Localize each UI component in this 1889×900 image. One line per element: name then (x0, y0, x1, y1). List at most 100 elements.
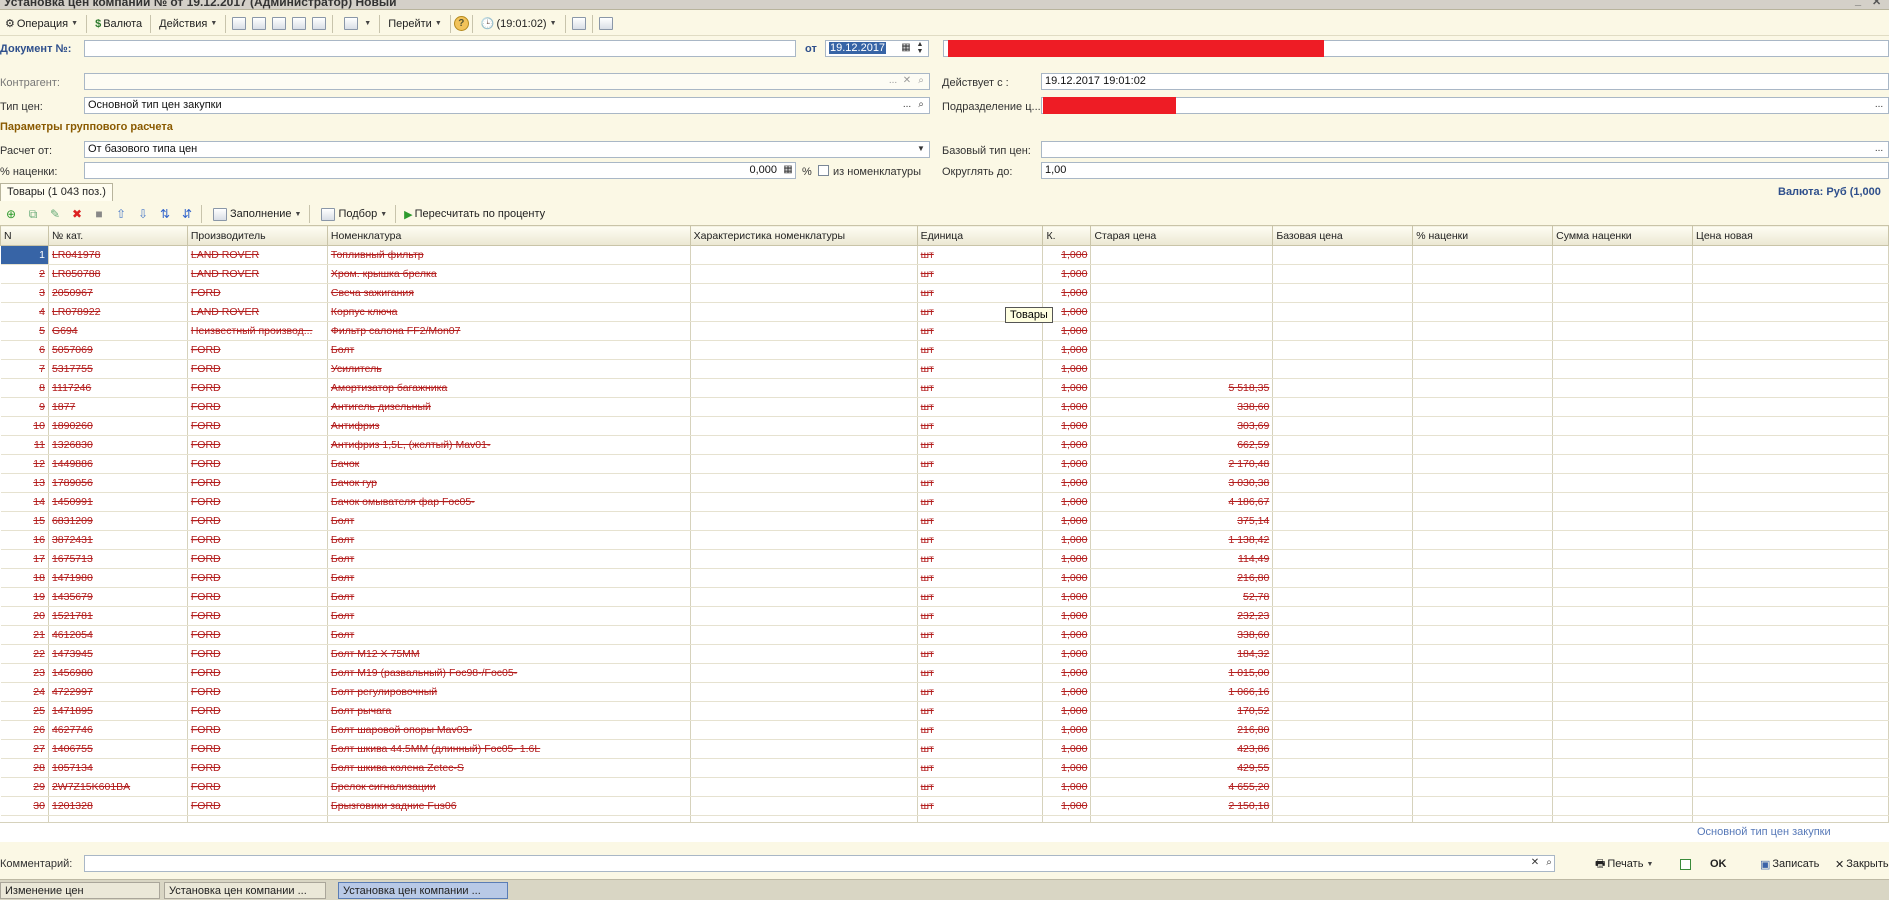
table-cell[interactable]: 2 150,18 (1090, 796, 1274, 816)
table-cell[interactable]: шт (917, 321, 1044, 341)
table-row[interactable]: 4 LR078922 LAND ROVER Корпус ключа шт 1,000 (0, 302, 1889, 322)
table-cell[interactable]: FORD (187, 568, 328, 588)
column-header[interactable]: Базовая цена (1272, 225, 1414, 246)
table-cell[interactable]: FORD (187, 720, 328, 740)
save-button[interactable]: ▣ Записать (1755, 853, 1824, 875)
table-cell[interactable]: 4 186,67 (1090, 492, 1274, 512)
table-cell[interactable]: 1 015,00 (1090, 663, 1274, 683)
table-cell[interactable]: шт (917, 454, 1044, 474)
table-cell[interactable]: FORD (187, 530, 328, 550)
table-cell[interactable]: 1,000 (1042, 359, 1092, 379)
column-header[interactable]: Производитель (186, 225, 328, 246)
table-cell[interactable]: 216,80 (1090, 568, 1274, 588)
table-cell[interactable] (1272, 511, 1414, 531)
table-cell[interactable] (1412, 283, 1554, 303)
table-cell[interactable]: 1789056 (48, 473, 188, 493)
table-row[interactable]: 16 3872431 FORD Болт шт 1,000 1 138,42 (0, 530, 1889, 550)
table-cell[interactable] (1692, 435, 1889, 455)
table-cell[interactable]: FORD (187, 378, 328, 398)
table-cell[interactable]: шт (917, 739, 1044, 759)
table-cell[interactable] (690, 359, 918, 379)
table-cell[interactable]: шт (917, 340, 1044, 360)
table-cell[interactable]: 3 (0, 283, 49, 303)
new-doc-icon[interactable] (272, 17, 287, 30)
table-row[interactable]: 28 1057134 FORD Болт шкива колена Zetec-S шт… (0, 758, 1889, 778)
table-cell[interactable]: шт (917, 492, 1044, 512)
column-header[interactable]: Цена новая (1692, 225, 1889, 246)
table-cell[interactable]: 1,000 (1042, 511, 1092, 531)
table-cell[interactable]: 662,59 (1090, 435, 1274, 455)
table-cell[interactable] (1692, 473, 1889, 493)
table-cell[interactable]: FORD (187, 777, 328, 797)
column-header[interactable]: № кат. (47, 225, 188, 246)
table-cell[interactable] (1272, 549, 1414, 569)
calendar-icon[interactable]: ▦ (899, 41, 913, 56)
table-cell[interactable]: 2 170,48 (1090, 454, 1274, 474)
table-row[interactable]: 17 1675713 FORD Болт шт 1,000 114,49 (0, 549, 1889, 569)
table-cell[interactable] (1552, 435, 1694, 455)
close-button[interactable]: ✕ Закрыть (1830, 853, 1889, 875)
table-cell[interactable]: 4722997 (48, 682, 188, 702)
table-row[interactable]: 5 G694 Неизвестный производ... Фильтр салон… (0, 321, 1889, 341)
table-cell[interactable] (690, 397, 918, 417)
table-icon[interactable] (252, 17, 267, 30)
table-cell[interactable]: 5 (0, 321, 49, 341)
base-type-field[interactable] (1041, 141, 1889, 158)
table-cell[interactable]: 22 (0, 644, 49, 664)
table-cell[interactable]: 1,000 (1042, 397, 1092, 417)
table-cell[interactable]: Болт (327, 340, 691, 360)
table-cell[interactable] (1412, 625, 1554, 645)
table-cell[interactable]: 184,32 (1090, 644, 1274, 664)
edit-row-icon[interactable]: ✎ (47, 206, 63, 222)
table-cell[interactable]: Свеча зажигания (327, 283, 691, 303)
chevron-down-icon[interactable]: ▼ (914, 142, 928, 157)
table-cell[interactable]: Корпус ключа (327, 302, 691, 322)
ellipsis-icon[interactable]: ... (900, 98, 914, 113)
table-cell[interactable]: Бачок омывателя фар Foc05- (327, 492, 691, 512)
table-cell[interactable]: Болт шкива 44.5MM (длинный) Foc05- 1.6L (327, 739, 691, 759)
column-header[interactable]: Номенклатура (326, 225, 691, 246)
table-cell[interactable] (690, 492, 918, 512)
table-cell[interactable]: шт (917, 682, 1044, 702)
table-row[interactable]: 7 5317755 FORD Усилитель шт 1,000 (0, 359, 1889, 379)
table-cell[interactable] (690, 625, 918, 645)
table-cell[interactable]: 1,000 (1042, 796, 1092, 816)
table-cell[interactable]: FORD (187, 435, 328, 455)
table-cell[interactable]: FORD (187, 644, 328, 664)
table-cell[interactable]: 1473945 (48, 644, 188, 664)
table-cell[interactable]: 14 (0, 492, 49, 512)
ellipsis-icon[interactable]: ... (886, 74, 900, 89)
table-cell[interactable]: FORD (187, 682, 328, 702)
table-row[interactable]: 26 4627746 FORD Болт шаровой опоры Mav03- шт… (0, 720, 1889, 740)
search-icon[interactable]: ⌕ (1542, 856, 1556, 871)
table-cell[interactable]: FORD (187, 397, 328, 417)
table-row[interactable]: 30 1201328 FORD Брызговики задние Fus06 шт 1,… (0, 796, 1889, 816)
table-cell[interactable]: Антигель дизельный (327, 397, 691, 417)
table-cell[interactable] (690, 530, 918, 550)
table-cell[interactable] (1412, 720, 1554, 740)
table-cell[interactable] (1090, 264, 1274, 284)
table-cell[interactable] (1412, 568, 1554, 588)
table-row[interactable]: 29 2W7Z15K601BA FORD Брелок сигнализации шт 1… (0, 777, 1889, 797)
table-cell[interactable]: шт (917, 397, 1044, 417)
table-cell[interactable] (690, 264, 918, 284)
table-cell[interactable] (1692, 796, 1889, 816)
move-up-icon[interactable]: ⇧ (113, 206, 129, 222)
table-cell[interactable] (1552, 397, 1694, 417)
table-row[interactable]: 19 1435679 FORD Болт шт 1,000 52,78 (0, 587, 1889, 607)
table-cell[interactable] (1272, 568, 1414, 588)
table-cell[interactable]: Топливный фильтр (327, 245, 691, 265)
table-cell[interactable] (690, 511, 918, 531)
column-header[interactable]: Характеристика номенклатуры (689, 225, 918, 246)
table-cell[interactable] (1090, 283, 1274, 303)
table-cell[interactable] (1412, 340, 1554, 360)
table-cell[interactable]: 10 (0, 416, 49, 436)
table-cell[interactable]: шт (917, 720, 1044, 740)
table-cell[interactable] (1272, 663, 1414, 683)
table-cell[interactable]: 5057069 (48, 340, 188, 360)
table-cell[interactable] (1412, 492, 1554, 512)
table-row[interactable]: 27 1406755 FORD Болт шкива 44.5MM (длинный)… (0, 739, 1889, 759)
table-row[interactable]: 18 1471980 FORD Болт шт 1,000 216,80 (0, 568, 1889, 588)
help-icon[interactable]: ? (453, 16, 469, 31)
search-icon[interactable]: ⌕ (914, 98, 928, 113)
